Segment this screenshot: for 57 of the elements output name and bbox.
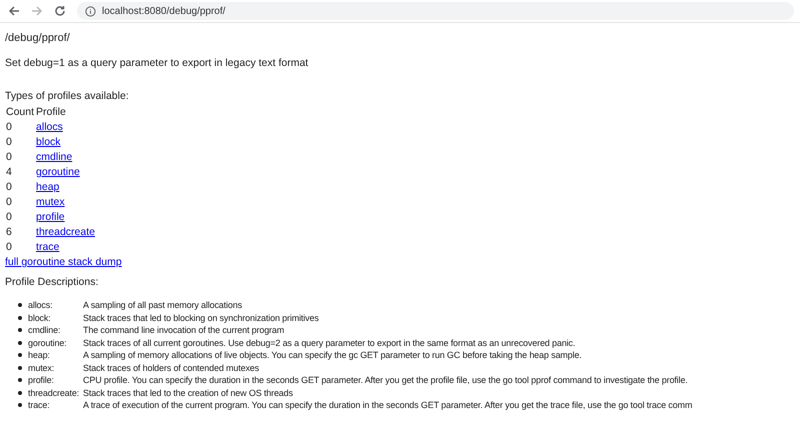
section-title: Profile Descriptions:: [5, 275, 100, 290]
section-title: Types of profiles available:: [5, 89, 130, 104]
profile-link[interactable]: profile: [36, 211, 65, 223]
profile-link[interactable]: goroutine: [36, 166, 80, 178]
count-text: 0: [6, 151, 12, 163]
profile-link[interactable]: trace: [36, 241, 60, 253]
profile-term: allocs:: [28, 299, 54, 312]
bullet-icon: [18, 366, 22, 370]
page-note: Set debug=1 as a query parameter to export in legacy text format: [5, 56, 310, 71]
bullet-icon: [18, 390, 22, 395]
count-text: 6: [6, 226, 12, 238]
bullet-icon: [18, 403, 22, 408]
count-text: 4: [6, 166, 12, 178]
profile-term: heap:: [28, 349, 51, 362]
profile-term: trace:: [28, 399, 51, 412]
count-text: 0: [6, 181, 12, 193]
back-icon[interactable]: [8, 5, 20, 17]
stack-dump-link[interactable]: full goroutine stack dump: [5, 256, 122, 268]
bullet-icon: [18, 316, 22, 320]
count-text: 0: [6, 241, 12, 253]
bullet-icon: [18, 303, 22, 308]
count-text: 0: [6, 136, 12, 148]
profile-link[interactable]: allocs: [36, 121, 63, 133]
profile-description: A sampling of all past memory allocations: [83, 299, 242, 312]
profile-term: goroutine:: [28, 336, 68, 349]
profile-description: Stack traces of all current goroutines. Use debug=2 as a query parameter to export in the same format as an unrecovered panic.: [83, 336, 576, 349]
url-text: localhost:8080/debug/pprof/: [102, 6, 226, 16]
profile-term: threadcreate:: [28, 386, 80, 399]
profile-description: Stack traces that led to the creation of new OS threads: [83, 386, 293, 399]
profile-term: cmdline:: [28, 324, 62, 336]
profile-term: block:: [28, 312, 52, 324]
profile-link[interactable]: block: [36, 136, 61, 148]
info-icon[interactable]: [85, 6, 96, 16]
bullet-icon: [18, 328, 22, 332]
count-text: 0: [6, 121, 12, 133]
profile-link[interactable]: threadcreate: [36, 226, 95, 238]
column-header: Count: [6, 106, 34, 118]
profile-description: The command line invocation of the current program: [83, 324, 284, 336]
profile-link[interactable]: heap: [36, 181, 60, 193]
profile-description: CPU profile. You can specify the duration in the seconds GET parameter. After you get the profile file, use the go tool pprof command to investigate the profile.: [83, 374, 688, 386]
address-bar[interactable]: localhost:8080/debug/pprof/: [77, 2, 794, 20]
reload-icon[interactable]: [54, 5, 66, 17]
column-header: Profile: [36, 106, 66, 118]
bullet-icon: [18, 353, 22, 358]
profile-term: mutex:: [28, 362, 56, 374]
profile-link[interactable]: cmdline: [36, 151, 72, 163]
count-text: 0: [6, 196, 12, 208]
profile-link[interactable]: mutex: [36, 196, 65, 208]
profile-description: Stack traces that led to blocking on synchronization primitives: [83, 312, 319, 324]
profile-term: profile:: [28, 374, 55, 386]
page-heading: /debug/pprof/: [5, 31, 71, 46]
profile-description: A sampling of memory allocations of live objects. You can specify the gc GET parameter to run GC before taking the heap sample.: [83, 349, 582, 362]
bullet-icon: [18, 378, 22, 382]
profile-description: A trace of execution of the current program. You can specify the duration in the seconds GET parameter. After you get the trace file, use the go tool trace comm: [83, 399, 692, 412]
profile-description: Stack traces of holders of contended mutexes: [83, 362, 260, 374]
bullet-icon: [18, 340, 22, 345]
count-text: 0: [6, 211, 12, 223]
